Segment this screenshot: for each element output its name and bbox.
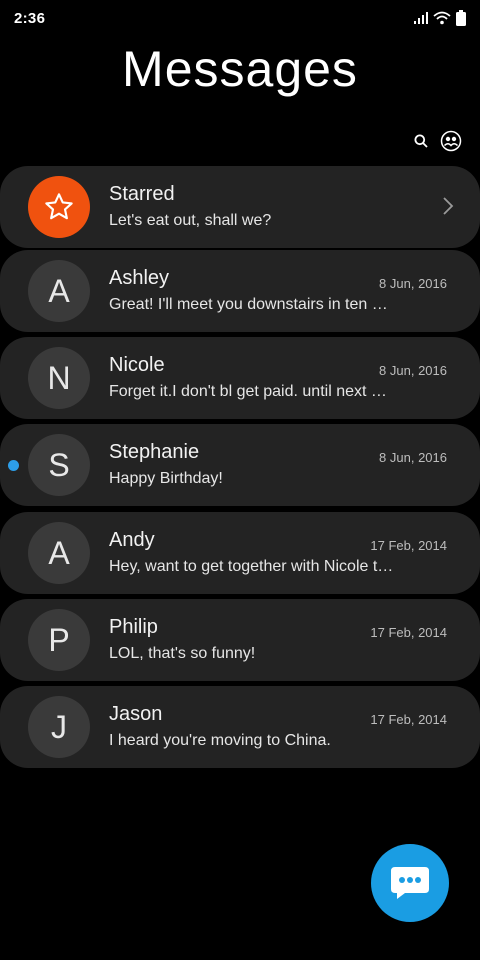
contact-name: Ashley: [109, 267, 170, 289]
conversation-item-jason[interactable]: J Jason 17 Feb, 2014 I heard you're movi…: [0, 686, 480, 768]
search-button[interactable]: [414, 134, 428, 148]
contact-name: Andy: [109, 529, 155, 551]
contact-avatar: J: [28, 696, 90, 758]
conversation-item-andy[interactable]: A Andy 17 Feb, 2014 Hey, want to get tog…: [0, 512, 480, 594]
wifi-icon: [433, 11, 451, 25]
toolbar: [414, 130, 462, 152]
chevron-right-icon: [443, 197, 454, 215]
message-preview: Hey, want to get together with Nicole to…: [109, 558, 394, 575]
contact-name: Philip: [109, 616, 158, 638]
message-date: 8 Jun, 2016: [379, 276, 447, 291]
contact-avatar: A: [28, 260, 90, 322]
message-date: 17 Feb, 2014: [370, 712, 447, 727]
status-bar: 2:36: [0, 0, 480, 36]
contacts-button[interactable]: [440, 130, 462, 152]
signal-icon: [414, 12, 428, 24]
message-date: 17 Feb, 2014: [370, 625, 447, 640]
message-preview: I heard you're moving to China.: [109, 732, 331, 749]
message-preview: Forget it.I don't bl get paid. until nex…: [109, 383, 394, 400]
unread-indicator: [8, 460, 19, 471]
contact-name: Stephanie: [109, 441, 200, 463]
conversation-item-stephanie[interactable]: S Stephanie 8 Jun, 2016 Happy Birthday!: [0, 424, 480, 506]
contact-avatar: N: [28, 347, 90, 409]
page-title: Messages: [122, 41, 358, 97]
status-time: 2:36: [14, 9, 46, 27]
contact-avatar: S: [28, 434, 90, 496]
battery-icon: [456, 10, 466, 26]
conversation-item-nicole[interactable]: N Nicole 8 Jun, 2016 Forget it.I don't b…: [0, 337, 480, 419]
chat-icon: [391, 867, 429, 899]
status-icons: [414, 10, 466, 26]
contact-name: Jason: [109, 703, 163, 725]
message-date: 8 Jun, 2016: [379, 363, 447, 378]
star-icon: [45, 193, 73, 220]
starred-label: Starred: [109, 183, 175, 205]
search-icon: [414, 134, 428, 148]
compose-button[interactable]: [371, 844, 449, 922]
message-preview: Happy Birthday!: [109, 470, 223, 487]
conversation-item-philip[interactable]: P Philip 17 Feb, 2014 LOL, that's so fun…: [0, 599, 480, 681]
contact-name: Nicole: [109, 354, 165, 376]
starred-preview: Let's eat out, shall we?: [109, 212, 272, 229]
message-date: 8 Jun, 2016: [379, 450, 447, 465]
contact-avatar: A: [28, 522, 90, 584]
message-date: 17 Feb, 2014: [370, 538, 447, 553]
starred-item[interactable]: Starred Let's eat out, shall we?: [0, 166, 480, 248]
starred-avatar: [28, 176, 90, 238]
contacts-icon: [440, 130, 462, 152]
contact-avatar: P: [28, 609, 90, 671]
message-preview: Great! I'll meet you downstairs in ten m…: [109, 296, 394, 313]
message-preview: LOL, that's so funny!: [109, 645, 256, 662]
conversation-item-ashley[interactable]: A Ashley 8 Jun, 2016 Great! I'll meet yo…: [0, 250, 480, 332]
